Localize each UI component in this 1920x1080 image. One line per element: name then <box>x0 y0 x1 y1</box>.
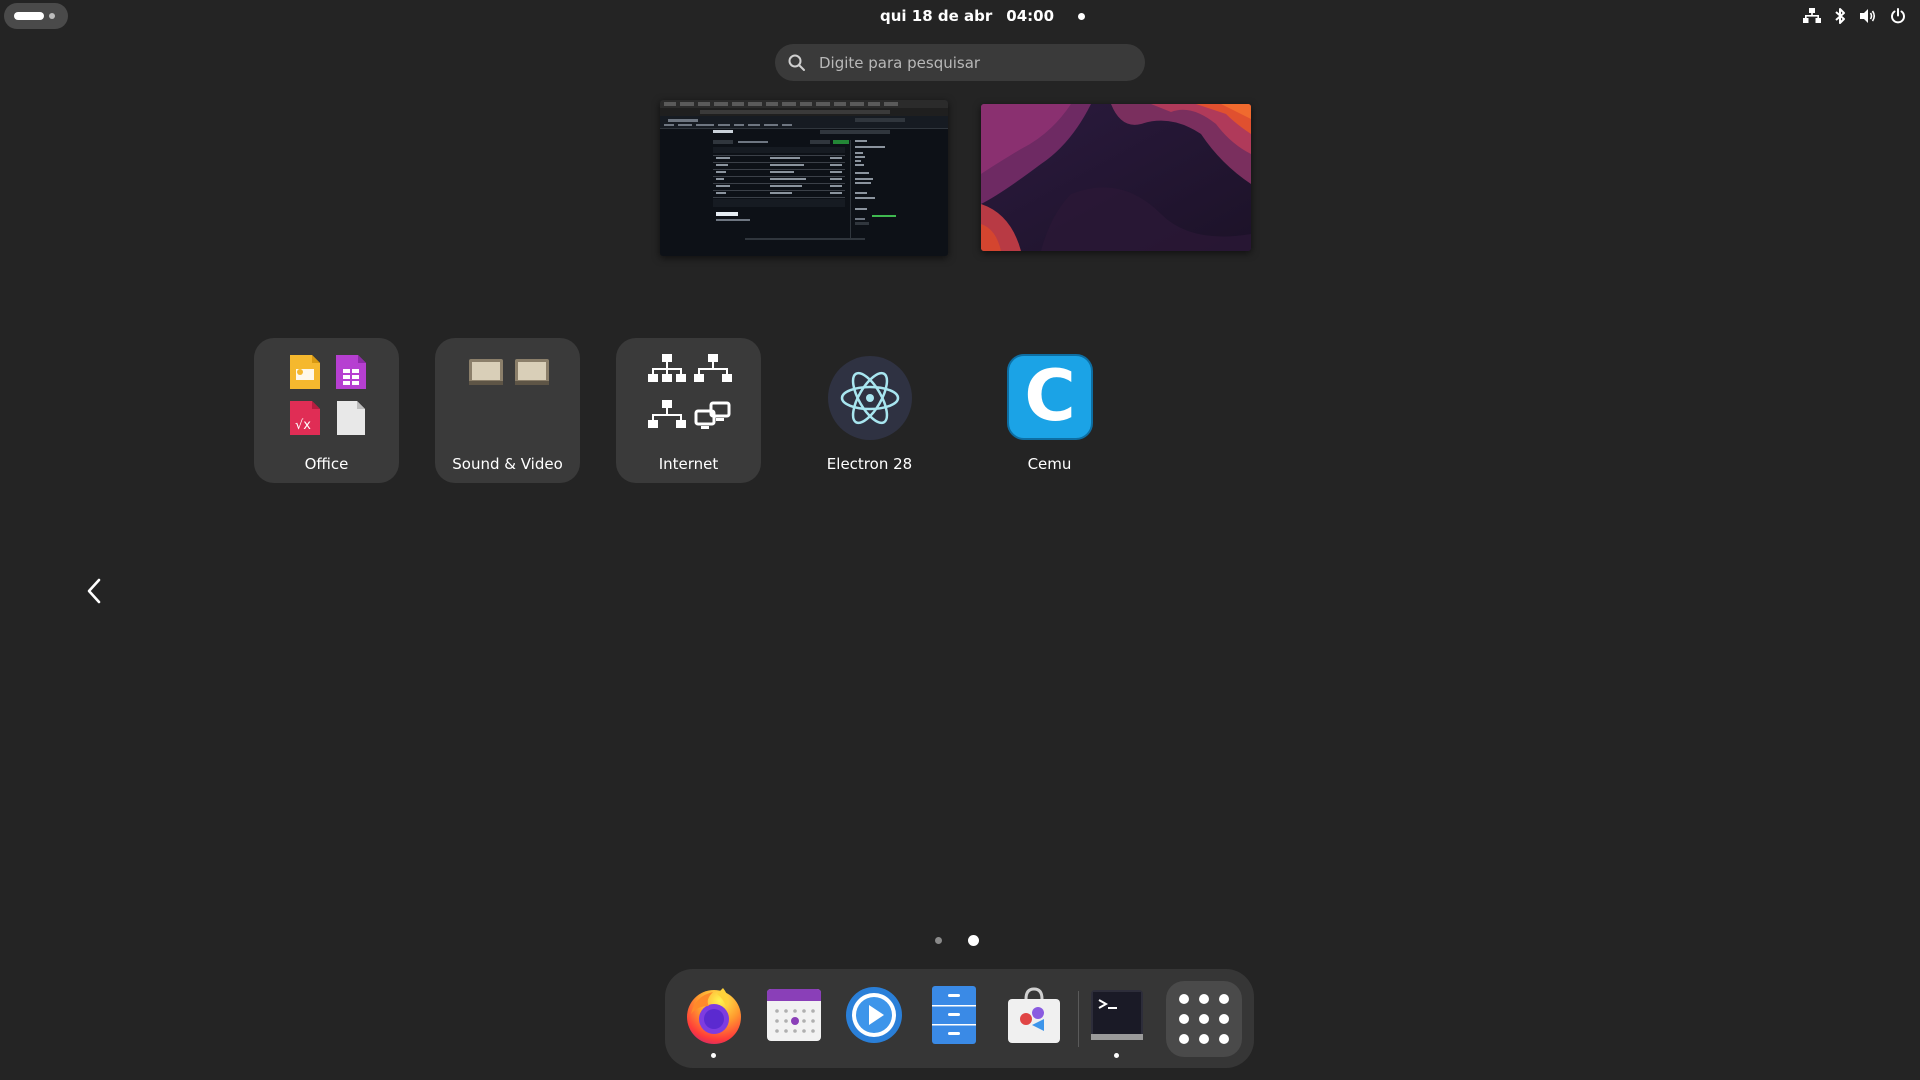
app-label: Sound & Video <box>452 455 563 473</box>
page-dot-1[interactable] <box>935 936 942 944</box>
notification-dot-icon <box>1078 12 1086 20</box>
cemu-icon: C <box>1007 354 1093 440</box>
file-manager-icon <box>932 986 976 1044</box>
software-store-icon <box>1008 987 1060 1043</box>
svg-text:C: C <box>1024 355 1075 437</box>
terminal-icon <box>1091 990 1143 1040</box>
page-indicator <box>935 933 979 947</box>
browser-window-preview <box>660 100 948 240</box>
clock-time: 04:00 <box>1006 7 1055 25</box>
running-indicator <box>1114 1053 1119 1058</box>
dock-item-calendar[interactable] <box>762 983 826 1047</box>
network-wired-icon <box>1803 8 1821 23</box>
libreoffice-impress-icon <box>285 352 325 392</box>
app-label: Internet <box>658 455 719 473</box>
apps-grid-icon <box>1179 994 1189 1004</box>
folder-preview <box>466 352 550 436</box>
calendar-icon <box>767 989 821 1041</box>
media-player-icon <box>846 987 902 1043</box>
document-icon <box>331 398 371 438</box>
volume-icon <box>1860 9 1876 23</box>
show-apps-button[interactable] <box>1166 981 1242 1057</box>
network-icon <box>647 352 687 392</box>
folder-preview: √x <box>285 352 369 436</box>
dock-separator <box>1078 991 1079 1047</box>
workspace-thumbnail-2[interactable] <box>981 104 1251 251</box>
app-label: Electron 28 <box>826 455 913 473</box>
dock-item-firefox[interactable] <box>682 983 746 1058</box>
app-electron-28[interactable]: Electron 28 <box>797 338 942 483</box>
search-bar[interactable] <box>775 44 1145 81</box>
clock-date: qui 18 de abr <box>880 7 993 25</box>
clock-button[interactable]: qui 18 de abr 04:00 <box>880 3 1086 29</box>
media-app-icon <box>466 352 506 392</box>
media-app-icon <box>512 352 552 392</box>
dock-item-file-manager[interactable] <box>922 983 986 1047</box>
search-icon <box>788 54 805 71</box>
firefox-icon <box>687 988 741 1044</box>
app-label: Cemu <box>1027 455 1072 473</box>
activities-button[interactable] <box>4 3 68 29</box>
running-indicator <box>711 1053 716 1058</box>
remote-desktop-icon <box>693 398 733 438</box>
app-folder-sound-video[interactable]: Sound & Video <box>435 338 580 483</box>
libreoffice-math-icon: √x <box>285 398 325 438</box>
network-icon <box>647 398 687 438</box>
dock <box>665 969 1254 1068</box>
workspace-indicator-active <box>14 12 44 20</box>
wallpaper-preview <box>981 104 1251 251</box>
folder-preview <box>647 352 733 438</box>
dock-item-media-player[interactable] <box>842 983 906 1047</box>
electron-icon <box>828 356 912 440</box>
top-bar: qui 18 de abr 04:00 <box>0 0 1920 32</box>
workspace-indicator-inactive <box>49 13 55 19</box>
app-folder-internet[interactable]: Internet <box>616 338 761 483</box>
libreoffice-calc-icon <box>331 352 371 392</box>
dock-item-software[interactable] <box>1002 983 1066 1047</box>
network-icon <box>693 352 733 392</box>
app-cemu[interactable]: C Cemu <box>977 338 1122 483</box>
app-folder-office[interactable]: √x Office <box>254 338 399 483</box>
page-dot-2-active[interactable] <box>968 934 979 946</box>
bluetooth-icon <box>1835 8 1845 24</box>
search-input[interactable] <box>819 53 1119 72</box>
svg-text:√x: √x <box>295 418 311 433</box>
system-tray[interactable] <box>1803 4 1906 28</box>
power-icon <box>1891 8 1905 24</box>
previous-page-icon[interactable] <box>80 576 110 606</box>
dock-item-terminal[interactable] <box>1085 983 1149 1058</box>
workspace-thumbnail-1[interactable] <box>660 100 948 256</box>
app-label: Office <box>304 455 349 473</box>
